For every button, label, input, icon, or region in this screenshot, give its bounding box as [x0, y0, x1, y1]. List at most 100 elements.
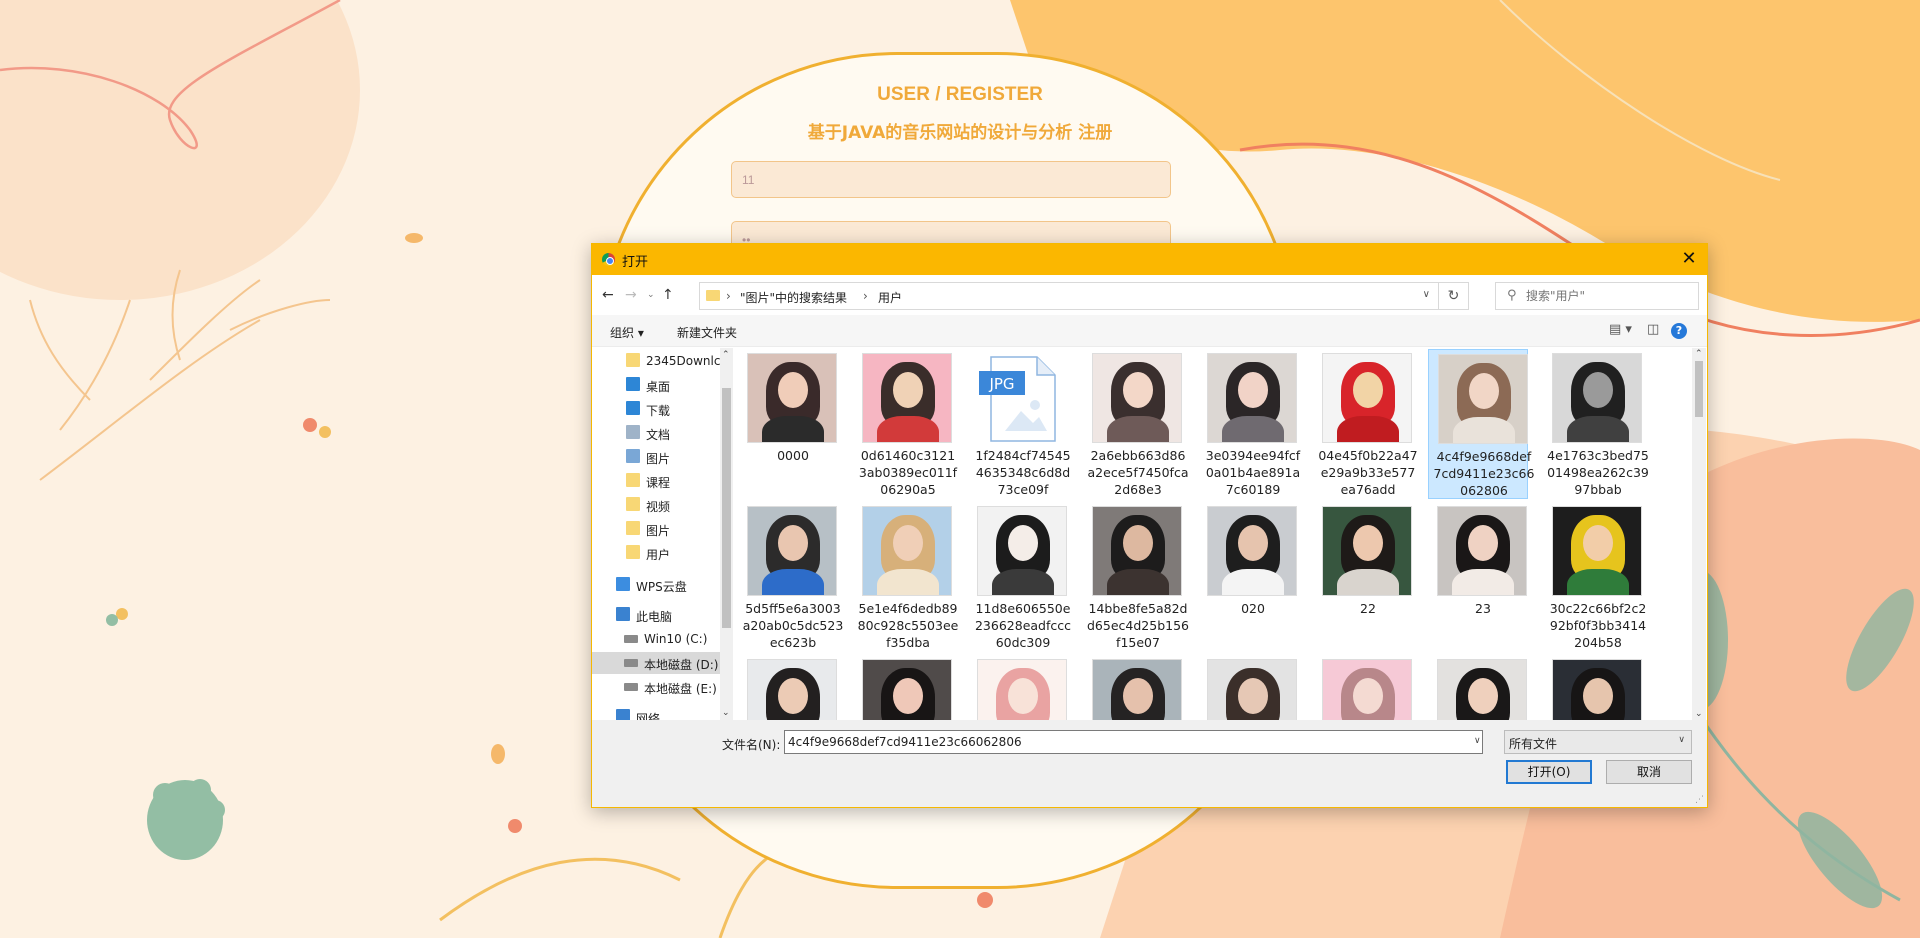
- nav-item-label: 文档: [646, 428, 671, 442]
- scroll-up-icon[interactable]: ⌃: [1695, 349, 1703, 359]
- folder-icon: [626, 521, 640, 535]
- folder-icon: [626, 545, 640, 559]
- nav-item[interactable]: 本地磁盘 (E:): [592, 676, 720, 698]
- file-tile[interactable]: [1083, 655, 1183, 720]
- file-tile[interactable]: 0000: [738, 349, 838, 499]
- file-tile[interactable]: 5d5ff5e6a3003a20ab0c5dc523ec623b: [738, 502, 843, 652]
- file-tile[interactable]: 020: [1198, 502, 1298, 652]
- drive-icon: [624, 683, 638, 691]
- close-button[interactable]: ✕: [1671, 244, 1707, 275]
- thumbnail-jpg-file: JPG: [977, 353, 1067, 443]
- recent-chevron-icon[interactable]: ⌄: [647, 290, 655, 300]
- register-title: USER / REGISTER: [877, 84, 1043, 105]
- nav-item[interactable]: 课程: [592, 470, 720, 492]
- file-list-scrollbar[interactable]: ⌃ ⌄: [1692, 348, 1706, 720]
- filename-input[interactable]: 4c4f9e9668def7cd9411e23c66062806: [784, 730, 1483, 754]
- open-button[interactable]: 打开(O): [1506, 760, 1592, 784]
- nav-item-label: 桌面: [646, 380, 671, 394]
- file-tile[interactable]: [1313, 655, 1413, 720]
- file-tile[interactable]: [968, 655, 1068, 720]
- file-tile[interactable]: [1428, 655, 1528, 720]
- up-arrow-icon[interactable]: ↑: [662, 287, 674, 303]
- search-input[interactable]: [1526, 287, 1691, 305]
- address-bar[interactable]: › "图片"中的搜索结果 › 用户 ∨: [699, 282, 1439, 310]
- preview-pane-icon[interactable]: ◫: [1647, 322, 1659, 337]
- nav-item[interactable]: WPS云盘: [592, 574, 720, 596]
- nav-item[interactable]: Win10 (C:): [592, 628, 720, 650]
- help-icon[interactable]: ?: [1671, 323, 1687, 339]
- forward-arrow-icon[interactable]: →: [625, 287, 637, 303]
- file-tile[interactable]: [738, 655, 838, 720]
- nav-item[interactable]: 网络: [592, 706, 720, 720]
- nav-item[interactable]: 此电脑: [592, 604, 720, 626]
- resize-grip-icon[interactable]: ⋰: [1695, 795, 1704, 805]
- file-tile[interactable]: JPG 1f2484cf745454635348c6d8d73ce09f: [968, 349, 1071, 499]
- file-tile[interactable]: [1198, 655, 1298, 720]
- nav-item[interactable]: 2345Downlc⚲: [592, 350, 728, 372]
- file-tile[interactable]: 3e0394ee94fcf0a01b4ae891a7c60189: [1198, 349, 1300, 499]
- chevron-down-icon[interactable]: ∨: [1423, 289, 1430, 300]
- search-box[interactable]: ⚲: [1495, 282, 1699, 310]
- file-tile[interactable]: [1543, 655, 1643, 720]
- file-tile[interactable]: [853, 655, 953, 720]
- thumbnail-girl-sitting: [1437, 506, 1527, 596]
- organize-menu[interactable]: 组织 ▾: [610, 324, 644, 341]
- file-tile[interactable]: 14bbe8fe5a82dd65ec4d25b156f15e07: [1083, 502, 1189, 652]
- download-icon: [626, 401, 640, 415]
- view-options-icon[interactable]: ▤ ▾: [1609, 322, 1632, 337]
- new-folder-button[interactable]: 新建文件夹: [677, 324, 737, 341]
- scroll-up-icon[interactable]: ⌃: [722, 350, 730, 360]
- thumbnail-girl-hat: [862, 506, 952, 596]
- file-tile[interactable]: 30c22c66bf2c292bf0f3bb3414204b58: [1543, 502, 1646, 652]
- nav-item[interactable]: 文档⚲: [592, 422, 728, 444]
- filename-dropdown-icon[interactable]: ∨: [1474, 736, 1481, 746]
- file-name: 0d61460c31213ab0389ec011f06290a5: [858, 448, 958, 497]
- file-tile[interactable]: 4e1763c3bed7501498ea262c3997bbab: [1543, 349, 1649, 499]
- nav-item-label: 课程: [646, 476, 671, 490]
- scrollbar-thumb[interactable]: [722, 388, 731, 628]
- nav-item[interactable]: 下载⚲: [592, 398, 728, 420]
- thumbnail-girl-dark-hair: [747, 353, 837, 443]
- dialog-title: 打开: [622, 255, 649, 270]
- nav-item-label: 用户: [646, 548, 671, 562]
- thumbnail-girl-checked: [1207, 353, 1297, 443]
- thumbnail-girl-light: [1438, 354, 1528, 444]
- file-tile[interactable]: 04e45f0b22a47e29a9b33e577ea76add: [1313, 349, 1418, 499]
- cancel-button[interactable]: 取消: [1606, 760, 1692, 784]
- open-file-dialog: 打开 ✕ ← → ⌄ ↑ › "图片"中的搜索结果 › 用户 ∨ ↻ ⚲ 组织 …: [591, 243, 1708, 808]
- file-type-select[interactable]: 所有文件 ∨: [1504, 730, 1692, 754]
- breadcrumb-users[interactable]: 用户: [878, 289, 902, 306]
- chevron-down-icon: ∨: [1678, 735, 1685, 745]
- username-input[interactable]: 11: [731, 161, 1171, 198]
- scroll-down-icon[interactable]: ⌄: [722, 708, 730, 718]
- thumbnail-girl-pink: [1322, 659, 1412, 720]
- navigation-scrollbar[interactable]: ⌃ ⌄: [720, 348, 733, 720]
- back-arrow-icon[interactable]: ←: [602, 287, 614, 303]
- file-name: 0000: [777, 448, 809, 463]
- file-name: 30c22c66bf2c292bf0f3bb3414204b58: [1549, 601, 1647, 650]
- nav-item[interactable]: 图片⚲: [592, 446, 728, 468]
- refresh-icon[interactable]: ↻: [1439, 282, 1469, 310]
- file-tile[interactable]: 22: [1313, 502, 1413, 652]
- nav-item[interactable]: 用户: [592, 542, 720, 564]
- pictures-icon: [626, 449, 640, 463]
- scrollbar-thumb[interactable]: [1695, 361, 1703, 417]
- scroll-down-icon[interactable]: ⌄: [1695, 709, 1703, 719]
- nav-item-label: 本地磁盘 (E:): [644, 682, 717, 696]
- nav-item[interactable]: 本地磁盘 (D:): [592, 652, 720, 674]
- thumbnail-boy-dog: [1092, 506, 1182, 596]
- drive-icon: [624, 635, 638, 643]
- file-name: 3e0394ee94fcf0a01b4ae891a7c60189: [1205, 448, 1301, 497]
- nav-item[interactable]: 图片: [592, 518, 720, 540]
- file-tile[interactable]: 4c4f9e9668def7cd9411e23c66062806: [1428, 349, 1534, 499]
- file-tile[interactable]: 5e1e4f6dedb8980c928c5503eef35dba: [853, 502, 958, 652]
- file-tile[interactable]: 23: [1428, 502, 1528, 652]
- nav-item[interactable]: 桌面⚲: [592, 374, 728, 396]
- breadcrumb-search-results[interactable]: "图片"中的搜索结果: [740, 289, 847, 306]
- file-tile[interactable]: 0d61460c31213ab0389ec011f06290a5: [853, 349, 957, 499]
- thumbnail-man-bw: [1552, 353, 1642, 443]
- file-tile[interactable]: 2a6ebb663d86a2ece5f7450fca2d68e3: [1083, 349, 1188, 499]
- thumbnail-boy-glasses: [1322, 506, 1412, 596]
- file-tile[interactable]: 11d8e606550e236628eadfccc60dc309: [968, 502, 1071, 652]
- nav-item[interactable]: 视频: [592, 494, 720, 516]
